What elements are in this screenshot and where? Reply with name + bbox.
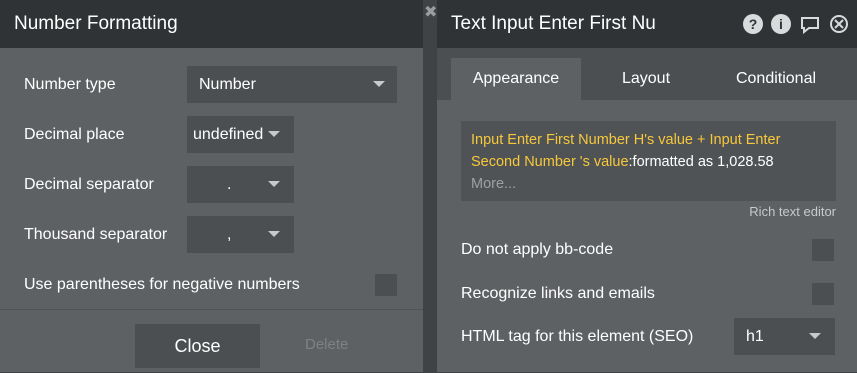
more-link[interactable]: More... — [471, 173, 826, 195]
parentheses-checkbox[interactable] — [375, 274, 397, 296]
tab-conditional[interactable]: Conditional — [717, 58, 835, 100]
bbcode-checkbox[interactable] — [812, 239, 834, 261]
tab-layout[interactable]: Layout — [597, 58, 695, 100]
info-icon[interactable]: i — [771, 14, 791, 34]
decimal-place-row: Decimal place undefined — [0, 116, 423, 153]
html-tag-row: HTML tag for this element (SEO) h1 — [437, 318, 857, 355]
panel-footer: Close Delete — [0, 309, 423, 373]
text-input-property-panel: Text Input Enter First Nu ? i Appearance… — [437, 0, 857, 372]
chevron-down-icon — [268, 131, 280, 137]
tab-appearance[interactable]: Appearance — [451, 58, 581, 100]
number-formatting-panel: Number Formatting Number type Number Dec… — [0, 0, 423, 372]
number-type-label: Number type — [24, 75, 116, 93]
number-type-value: Number — [199, 75, 256, 93]
panel-title: Number Formatting — [0, 0, 423, 48]
help-icon[interactable]: ? — [743, 14, 763, 34]
decimal-place-label: Decimal place — [24, 125, 125, 143]
html-tag-value: h1 — [746, 327, 764, 345]
chevron-down-icon — [268, 181, 280, 187]
decimal-separator-value: . — [227, 175, 232, 193]
decimal-separator-label: Decimal separator — [24, 175, 154, 193]
number-type-row: Number type Number — [0, 66, 423, 103]
decimal-separator-dropdown[interactable]: . — [187, 166, 294, 203]
expression-editor[interactable]: Input Enter First Number H's value + Inp… — [461, 121, 836, 201]
rich-text-editor-link[interactable]: Rich text editor — [749, 204, 836, 219]
parentheses-row: Use parentheses for negative numbers — [0, 272, 423, 298]
html-tag-label: HTML tag for this element (SEO) — [461, 327, 694, 345]
comment-icon[interactable] — [799, 14, 821, 35]
bbcode-row: Do not apply bb-code — [437, 237, 857, 263]
thousand-separator-value: , — [227, 225, 232, 243]
delete-button[interactable]: Delete — [305, 336, 348, 353]
links-label: Recognize links and emails — [461, 285, 655, 302]
close-icon[interactable]: ✖ — [424, 2, 437, 22]
header-icons: ? i — [743, 14, 849, 35]
links-checkbox[interactable] — [812, 283, 834, 305]
thousand-separator-label: Thousand separator — [24, 225, 168, 243]
chevron-down-icon — [809, 333, 821, 339]
chevron-down-icon — [373, 81, 385, 87]
close-button[interactable]: Close — [135, 324, 260, 368]
chevron-down-icon — [268, 231, 280, 237]
expression-text: Input Enter First Number H's value + Inp… — [471, 129, 826, 173]
html-tag-dropdown[interactable]: h1 — [734, 318, 835, 355]
thousand-separator-dropdown[interactable]: , — [187, 216, 294, 253]
number-type-dropdown[interactable]: Number — [187, 66, 397, 103]
close-icon[interactable] — [829, 14, 849, 34]
links-row: Recognize links and emails — [437, 281, 857, 307]
thousand-separator-row: Thousand separator , — [0, 216, 423, 253]
decimal-place-value: undefined — [193, 125, 264, 143]
decimal-place-dropdown[interactable]: undefined — [187, 116, 294, 153]
panel-title-text: Text Input Enter First Nu — [451, 13, 656, 34]
bbcode-label: Do not apply bb-code — [461, 241, 614, 258]
expression-format-part[interactable]: :formatted as 1,028.58 — [629, 154, 774, 170]
tab-bar: Appearance Layout Conditional — [437, 48, 857, 100]
parentheses-label: Use parentheses for negative numbers — [24, 276, 300, 293]
decimal-separator-row: Decimal separator . — [0, 166, 423, 203]
